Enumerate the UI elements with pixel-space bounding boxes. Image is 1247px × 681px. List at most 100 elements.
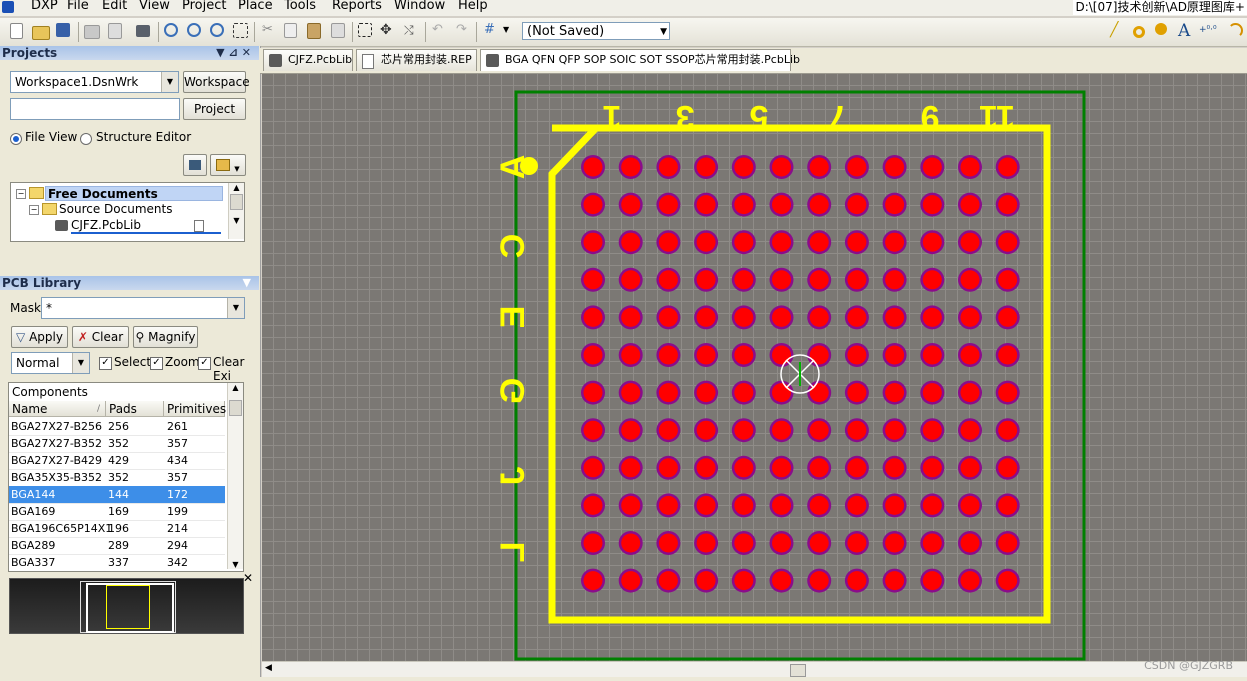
zoom-fit-icon[interactable]	[210, 23, 224, 37]
deselect-icon[interactable]: ⤭	[404, 23, 420, 39]
new-file-icon[interactable]	[10, 23, 23, 39]
redo-icon[interactable]: ↷	[456, 23, 472, 39]
scroll-left-icon[interactable]: ◀	[265, 663, 272, 673]
text-tool-icon[interactable]: A	[1178, 23, 1194, 40]
column-header-name[interactable]: Name /	[9, 401, 106, 417]
zoom-area-icon[interactable]	[233, 23, 248, 38]
collapse-icon[interactable]: −	[16, 189, 26, 199]
coordinate-tool-icon[interactable]: +⁰·⁰	[1199, 23, 1217, 39]
grid-icon[interactable]: #	[484, 23, 500, 39]
table-row[interactable]: BGA289 289 294	[9, 537, 225, 555]
menu-project[interactable]: Project	[182, 0, 226, 13]
pcb-canvas[interactable]: 1 3 5 7 9 11 A C E G J L	[262, 74, 1247, 661]
column-header-pads[interactable]: Pads	[106, 401, 164, 417]
file-view-radio[interactable]	[10, 133, 22, 145]
scroll-down-icon[interactable]: ▼	[229, 216, 244, 225]
table-row[interactable]: BGA144 144 172	[9, 486, 225, 504]
scroll-up-icon[interactable]: ▲	[229, 183, 244, 192]
dxp-logo-icon[interactable]	[2, 1, 14, 13]
scroll-thumb[interactable]	[230, 194, 243, 210]
pad-copper	[734, 157, 754, 177]
tree-item-free-documents[interactable]: Free Documents	[45, 186, 223, 201]
cell-pads: 169	[108, 505, 129, 518]
variant-combo[interactable]: (Not Saved) ▼	[522, 22, 670, 40]
table-row[interactable]: BGA27X27-B256 256 261	[9, 418, 225, 436]
layers-icon[interactable]	[136, 25, 150, 37]
table-row[interactable]: BGA35X35-B352 352 357	[9, 469, 225, 487]
zoom-in-icon[interactable]	[164, 23, 178, 37]
clear-button[interactable]: ✗ Clear	[72, 326, 129, 348]
scroll-up-icon[interactable]: ▲	[228, 383, 243, 392]
menu-file[interactable]: File	[67, 0, 89, 13]
grid-dropdown-icon[interactable]: ▼	[503, 23, 511, 39]
table-row[interactable]: BGA27X27-B429 429 434	[9, 452, 225, 470]
menu-tools[interactable]: Tools	[284, 0, 316, 13]
menu-place[interactable]: Place	[238, 0, 273, 13]
chevron-down-icon[interactable]: ▼	[243, 276, 255, 290]
structure-editor-radio[interactable]	[80, 133, 92, 145]
pad-copper	[658, 270, 678, 290]
close-icon[interactable]: ✕	[243, 571, 253, 585]
mask-combo[interactable]: * ▼	[41, 297, 245, 319]
undo-icon[interactable]: ↶	[432, 23, 448, 39]
pad-tool-icon[interactable]	[1133, 26, 1145, 38]
table-row[interactable]: BGA27X27-B352 352 357	[9, 435, 225, 453]
print-preview-icon[interactable]	[108, 23, 122, 39]
close-icon[interactable]: ✕	[242, 46, 255, 59]
arc-tool-icon[interactable]	[1228, 23, 1243, 38]
cut-icon[interactable]: ✂	[262, 23, 278, 39]
zoom-checkbox[interactable]: ✓	[150, 357, 163, 370]
table-row[interactable]: BGA337 337 342	[9, 554, 225, 571]
menu-dxp[interactable]: DXP	[31, 0, 58, 13]
clear-existing-checkbox[interactable]: ✓	[198, 357, 211, 370]
row-label: L	[494, 542, 532, 563]
line-tool-icon[interactable]: ╱	[1110, 23, 1126, 39]
tab-bga-pcblib[interactable]: BGA QFN QFP SOP SOIC SOT SSOP芯片常用封装.PcbL…	[480, 49, 800, 71]
open-folder-icon[interactable]	[32, 26, 50, 40]
scroll-thumb[interactable]	[790, 664, 806, 677]
apply-button[interactable]: ▽ Apply	[11, 326, 68, 348]
component-preview[interactable]	[9, 578, 244, 634]
project-button[interactable]: Project	[183, 98, 246, 120]
scroll-down-icon[interactable]: ▼	[228, 560, 243, 569]
save-icon[interactable]	[56, 23, 70, 37]
copy-icon[interactable]	[284, 23, 297, 38]
document-options-button[interactable]: ▼	[210, 154, 246, 176]
rubber-stamp-icon[interactable]	[331, 23, 345, 38]
via-tool-icon[interactable]	[1155, 23, 1167, 35]
panel-controls[interactable]: ▼⊿✕	[216, 46, 255, 60]
canvas-horizontal-scrollbar[interactable]: ◀	[262, 661, 1247, 678]
column-header-primitives[interactable]: Primitives	[164, 401, 226, 417]
tree-item-source-documents[interactable]: Source Documents	[59, 202, 172, 216]
tab-report[interactable]: 芯片常用封装.REP	[356, 49, 477, 71]
table-row[interactable]: BGA196C65P14X1 196 214	[9, 520, 225, 538]
menu-window[interactable]: Window	[394, 0, 445, 13]
pin-icon[interactable]: ⊿	[229, 46, 242, 59]
tree-scrollbar[interactable]: ▲ ▼	[228, 183, 244, 239]
tab-cjfz-pcblib[interactable]: CJFZ.PcbLib	[263, 49, 353, 71]
menu-edit[interactable]: Edit	[102, 0, 127, 13]
select-area-icon[interactable]	[358, 23, 372, 37]
components-scrollbar[interactable]: ▲ ▼	[227, 383, 243, 569]
workspace-save-button[interactable]	[183, 154, 207, 176]
collapse-icon[interactable]: −	[29, 205, 39, 215]
menu-reports[interactable]: Reports	[332, 0, 382, 13]
print-icon[interactable]	[84, 25, 100, 39]
menu-view[interactable]: View	[139, 0, 170, 13]
magnify-button[interactable]: ⚲ Magnify	[133, 326, 198, 348]
pad-copper	[809, 495, 829, 515]
workspace-combo[interactable]: Workspace1.DsnWrk ▼	[10, 71, 179, 93]
table-row[interactable]: BGA169 169 199	[9, 503, 225, 521]
mode-combo[interactable]: Normal ▼	[11, 352, 90, 374]
select-checkbox[interactable]: ✓	[99, 357, 112, 370]
pad-copper	[583, 571, 603, 591]
project-field[interactable]	[10, 98, 180, 120]
menu-help[interactable]: Help	[458, 0, 488, 13]
tree-item-label: Free Documents	[48, 187, 158, 201]
move-icon[interactable]: ✥	[380, 23, 396, 39]
zoom-out-icon[interactable]	[187, 23, 201, 37]
workspace-button[interactable]: Workspace	[183, 71, 250, 93]
paste-icon[interactable]	[307, 23, 321, 39]
scroll-thumb[interactable]	[229, 400, 242, 416]
chevron-down-icon: ▼	[234, 165, 240, 173]
